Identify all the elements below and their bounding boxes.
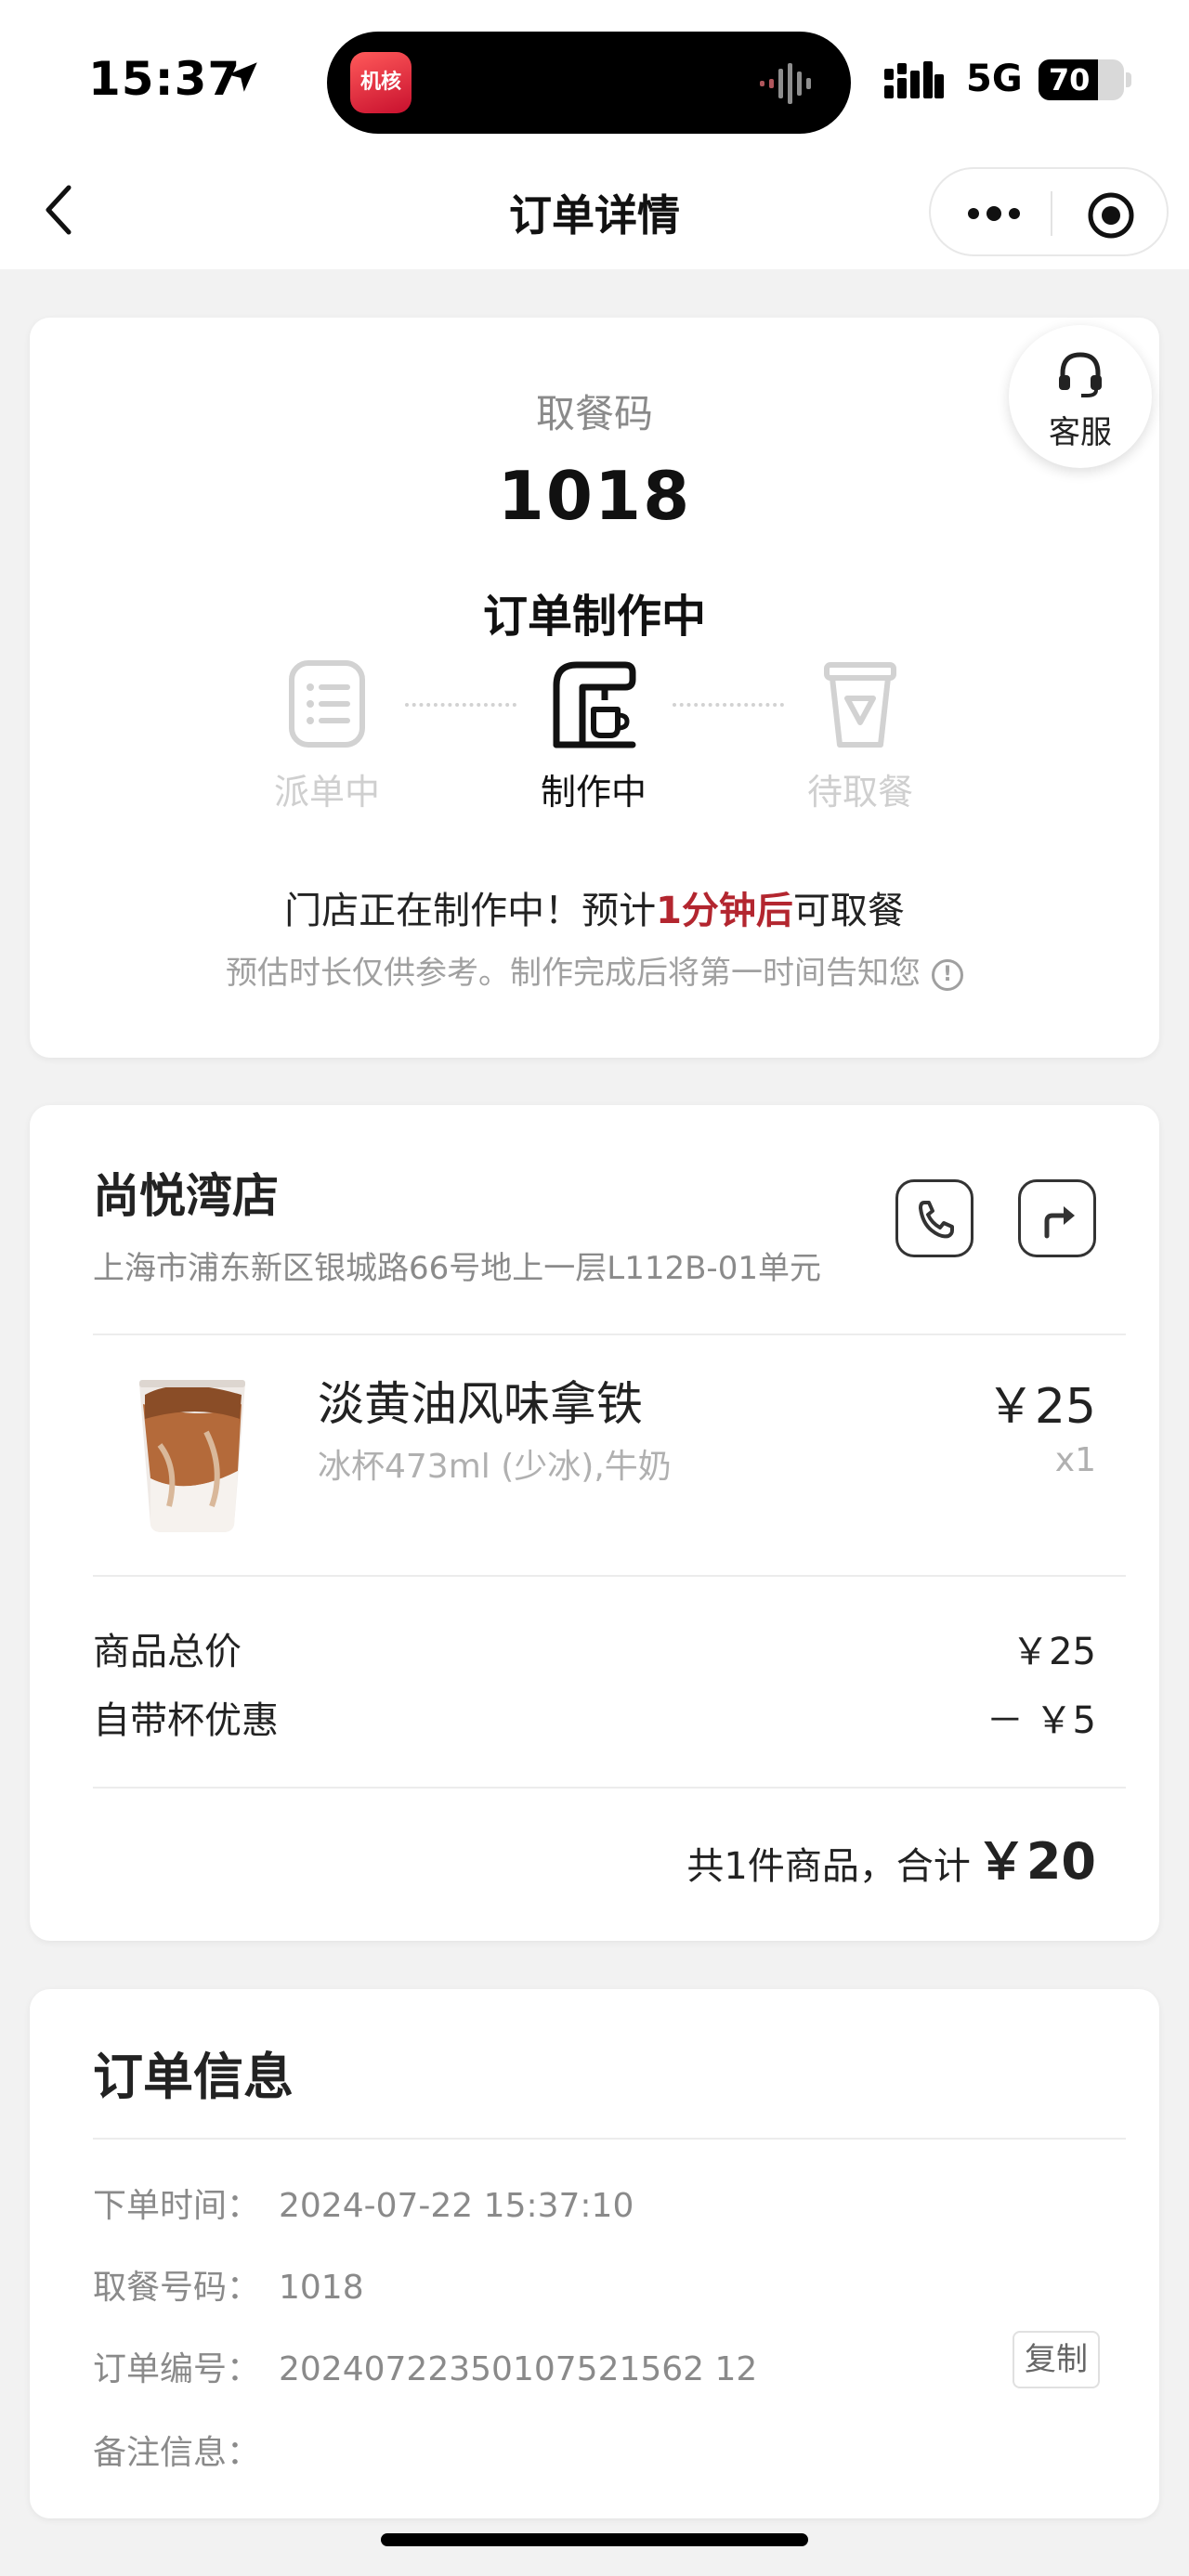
- more-icon[interactable]: [964, 201, 1024, 227]
- eta-highlight: 1分钟后: [656, 890, 793, 932]
- pickup-card: 取餐码 1018 订单制作中 派单中 制作中 待取餐 门店正在制作中！预计1分钟…: [30, 318, 1159, 1058]
- step-label: 派单中: [273, 772, 380, 813]
- home-indicator[interactable]: [381, 2533, 808, 2546]
- pickup-code-label: 取餐码: [535, 391, 653, 436]
- order-total: 共1件商品，合计 ￥20: [686, 1820, 1096, 1893]
- order-status: 订单制作中: [482, 591, 706, 643]
- copy-order-number-button[interactable]: 复制: [1013, 2331, 1100, 2388]
- location-arrow-icon: [228, 62, 257, 92]
- eta-suffix: 可取餐: [792, 890, 905, 932]
- product-spec: 冰杯473ml (少冰),牛奶: [318, 1448, 672, 1486]
- info-key: 订单编号：: [93, 2350, 261, 2388]
- customer-service-button[interactable]: 客服: [1009, 325, 1152, 468]
- divider: [93, 1787, 1126, 1789]
- phone-icon: [919, 1201, 954, 1239]
- divider: [93, 1334, 1126, 1335]
- signal-icon: [884, 61, 944, 98]
- info-key: 备注信息：: [93, 2434, 261, 2472]
- pickup-code: 1018: [497, 457, 692, 535]
- mini-program-capsule: [929, 167, 1169, 256]
- step-connector: [405, 703, 516, 707]
- info-icon[interactable]: !: [932, 958, 963, 991]
- step-label: 制作中: [540, 772, 647, 813]
- step-label: 待取餐: [806, 772, 913, 813]
- store-name: 尚悦湾店: [93, 1169, 279, 1223]
- divider: [93, 1575, 1126, 1577]
- info-value: 1018: [279, 2269, 364, 2307]
- discount-value: － ￥5: [986, 1699, 1096, 1742]
- step-making: 制作中: [501, 657, 686, 814]
- total-prefix: 共1件商品，合计: [686, 1845, 971, 1888]
- capsule-divider: [1051, 191, 1052, 236]
- dynamic-island: 机核: [327, 32, 851, 134]
- info-value: 20240722350107521562 12: [279, 2350, 758, 2388]
- eta-prefix: 门店正在制作中！预计: [284, 890, 657, 932]
- product-price: ￥25: [986, 1379, 1096, 1435]
- top-bar: 15:37 机核 5G 70 订单详情: [0, 0, 1189, 269]
- subtotal-label: 商品总价: [93, 1631, 242, 1673]
- info-value: 2024-07-22 15:37:10: [279, 2187, 634, 2225]
- remark-row: 备注信息：: [93, 2426, 279, 2474]
- step-dispatching: 派单中: [234, 657, 420, 814]
- cup-icon: [824, 662, 896, 748]
- product-image: [139, 1380, 245, 1532]
- subtotal-value: ￥25: [1012, 1631, 1096, 1673]
- audio-wave-icon: [760, 63, 811, 104]
- battery-level: 70: [1048, 62, 1091, 98]
- battery-nub: [1126, 72, 1131, 87]
- info-key: 取餐号码：: [93, 2269, 261, 2307]
- store-address: 上海市浦东新区银城路66号地上一层L112B-01单元: [93, 1250, 821, 1287]
- navigate-button[interactable]: [1018, 1179, 1096, 1257]
- product-name: 淡黄油风味拿铁: [318, 1377, 643, 1431]
- total-amount: ￥20: [975, 1832, 1096, 1891]
- eta-disclaimer-text: 预估时长仅供参考。制作完成后将第一时间告知您: [226, 955, 921, 992]
- customer-service-label: 客服: [1049, 414, 1112, 451]
- island-app-icon: 机核: [350, 52, 412, 113]
- order-time-row: 下单时间： 2024-07-22 15:37:10: [93, 2179, 634, 2227]
- discount-label: 自带杯优惠: [93, 1699, 279, 1742]
- status-time: 15:37: [88, 52, 242, 106]
- product-quantity: x1: [1054, 1441, 1096, 1479]
- call-store-button[interactable]: [895, 1179, 973, 1257]
- close-miniprogram-icon[interactable]: [1087, 191, 1135, 240]
- navigation-turn-icon: [1044, 1206, 1075, 1239]
- order-number-row: 订单编号： 20240722350107521562 12: [93, 2342, 757, 2390]
- eta-disclaimer: 预估时长仅供参考。制作完成后将第一时间告知您!: [30, 947, 1159, 993]
- coffee-machine-icon: [553, 661, 636, 748]
- network-type: 5G: [966, 58, 1023, 100]
- step-ready: 待取餐: [767, 657, 953, 814]
- order-info-card: 订单信息 下单时间： 2024-07-22 15:37:10 取餐号码： 1018 …: [30, 1989, 1159, 2518]
- store-order-card: 尚悦湾店 上海市浦东新区银城路66号地上一层L112B-01单元 淡黄油风味拿铁…: [30, 1105, 1159, 1941]
- eta-notice: 门店正在制作中！预计1分钟后可取餐: [30, 880, 1159, 934]
- order-list-icon: [289, 660, 365, 748]
- battery-icon: 70: [1039, 59, 1124, 100]
- order-info-title: 订单信息: [93, 2048, 294, 2106]
- info-key: 下单时间：: [93, 2187, 261, 2225]
- headset-icon: [1059, 352, 1102, 397]
- divider: [93, 2138, 1126, 2140]
- status-bar: 15:37 机核 5G 70: [0, 0, 1189, 158]
- pickup-number-row: 取餐号码： 1018: [93, 2260, 364, 2309]
